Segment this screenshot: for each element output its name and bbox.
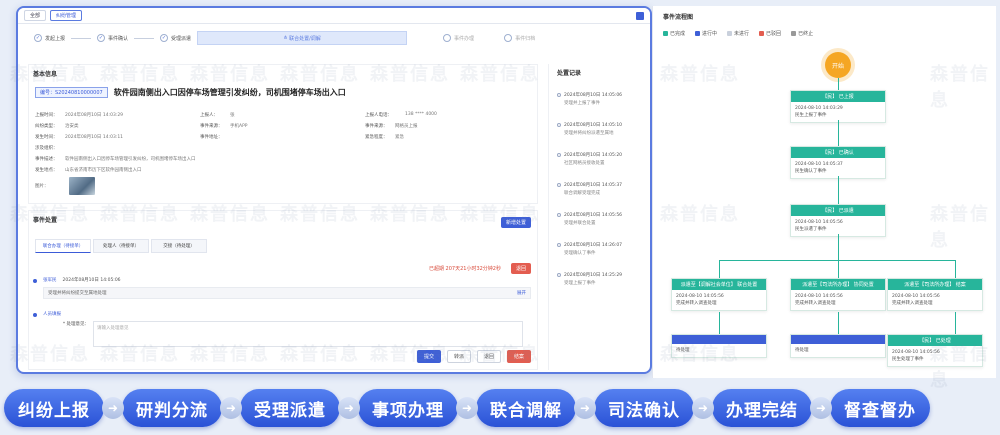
check-icon: ✓: [160, 34, 169, 42]
flow-panel: 事件流程图 已完成 进行中 未进行 已驳回 已终止 开始 【民】 已上报 2024…: [652, 6, 996, 378]
timeline-dot: [33, 313, 37, 317]
pipeline-step: 司法确认: [594, 389, 694, 427]
event-title: 软件园南侧出入口因停车场管理引发纠纷，司机围堵停车场出入口: [113, 88, 346, 97]
pending-icon: [504, 34, 513, 42]
pipeline-step: 事项办理: [358, 389, 458, 427]
return-button[interactable]: 退回: [510, 263, 531, 274]
fill-form: 人员填报 * 处理意见： 请输入处理意见: [43, 311, 531, 347]
basic-info-title: 基本信息: [33, 71, 58, 78]
tab-all[interactable]: 全部: [24, 10, 47, 21]
tab-joint-handling[interactable]: 联合办理（待接单）: [35, 239, 91, 253]
record-item: 2024年08月10日 14:26:07 受理确认了事件: [557, 242, 622, 256]
flow-node[interactable]: 待处理: [790, 334, 886, 358]
tab-dispute-management[interactable]: 纠纷管理: [50, 10, 83, 21]
main-window: 全部 纠纷管理 ✓ 发起上报 ✓ 事件确认 ✓ 受理派遣 ⋔ 联合处置/调解 事件办理…: [16, 6, 652, 374]
pipeline-step: 办理完结: [712, 389, 812, 427]
step-current-highlight: ⋔ 联合处置/调解: [197, 31, 408, 45]
event-photo[interactable]: [69, 177, 95, 195]
expand-link[interactable]: 展开: [517, 290, 526, 296]
opinion-textarea[interactable]: 请输入处理意见: [93, 321, 523, 347]
flow-node[interactable]: 【民】 已派遣 2024-08-10 14:05:56 民生派遣了事件: [790, 204, 886, 237]
record-item: 2024年08月10日 14:05:56 受理并联合处置: [557, 212, 622, 226]
records-title: 处置记录: [557, 70, 582, 77]
transfer-button[interactable]: 转派: [446, 350, 471, 363]
timeline-dot: [33, 279, 37, 283]
flow-node[interactable]: 【民】 已处理 2024-08-10 14:05:56 民生处理了事件: [887, 334, 983, 367]
flow-node[interactable]: 派遣至【司法所办理】 协同处置 2024-08-10 14:05:56 完成并转入调…: [790, 278, 886, 311]
disposal-title: 事件处置: [33, 217, 58, 224]
form-label: 人员填报: [43, 312, 61, 317]
records-panel: 处置记录 2024年08月10日 14:05:06 受理并上报了事件 2024年0…: [548, 64, 634, 370]
new-disposal-button[interactable]: 新增处置: [500, 217, 531, 228]
step-confirm: ✓ 事件确认: [97, 34, 129, 42]
flow-legend: 已完成 进行中 未进行 已驳回 已终止: [663, 30, 813, 37]
overdue-text: 已超期 207天21小时32分钟2秒: [428, 266, 501, 272]
step-dispatch: ✓ 受理派遣: [160, 34, 192, 42]
step-handle: 事件办理: [443, 34, 474, 42]
close-case-button[interactable]: 结案: [506, 350, 531, 363]
record-item: 2024年08月10日 14:05:06 受理并上报了事件: [557, 92, 622, 106]
pipeline-step: 研判分流: [122, 389, 222, 427]
process-steps: ✓ 发起上报 ✓ 事件确认 ✓ 受理派遣 ⋔ 联合处置/调解 事件办理 事件归档: [34, 28, 646, 48]
collapse-icon[interactable]: [636, 11, 644, 20]
process-pipeline: 纠纷上报 ➜ 研判分流 ➜ 受理派遣 ➜ 事项办理 ➜ 联合调解 ➜ 司法确认 …: [0, 381, 1000, 435]
tab-handover[interactable]: 交接（待处理）: [151, 239, 207, 253]
arrow-right-icon: ➜: [102, 397, 124, 419]
pending-icon: [443, 34, 452, 42]
pipeline-step: 督查督办: [830, 389, 930, 427]
arrow-right-icon: ➜: [220, 397, 242, 419]
record-item: 2024年08月10日 14:05:10 受理并将纠纷派遣至属地: [557, 122, 622, 136]
step-report: ✓ 发起上报: [34, 34, 66, 42]
info-grid: 上报时间： 2024年08月10日 14:03:29 上报人：张 上报人电话： 13…: [35, 109, 530, 197]
event-id-badge: 编号：S20240810000007: [35, 87, 108, 98]
tab-bar: 全部 纠纷管理: [18, 8, 650, 24]
flow-node[interactable]: 【民】 已上报 2024-08-10 14:03:29 民生上报了事件: [790, 90, 886, 123]
disposal-panel: 事件处置 新增处置 联合办理（待接单） 处理人（待接单） 交接（待处理） 已超期…: [28, 210, 538, 370]
record-item: 2024年08月10日 14:05:20 社区网格员接收处置: [557, 152, 622, 166]
arrow-right-icon: ➜: [338, 397, 360, 419]
disposal-record: 张军民 2024年08月10日 14:05:06 受理并将纠纷提交至属地处理 展开: [43, 277, 531, 299]
pipeline-step: 受理派遣: [240, 389, 340, 427]
disposal-tabs: 联合办理（待接单） 处理人（待接单） 交接（待处理）: [35, 239, 207, 253]
record-item: 2024年08月10日 14:05:37 联合调解受理完成: [557, 182, 622, 196]
opinion-label: * 处理意见：: [62, 322, 89, 327]
arrow-right-icon: ➜: [456, 397, 478, 419]
flow-node[interactable]: 待处理: [671, 334, 767, 358]
flow-node[interactable]: 派遣至【司法所办理】 结案 2024-08-10 14:05:56 完成并转入调查处…: [887, 278, 983, 311]
record-item: 2024年08月10日 14:25:29 受理上报了事件: [557, 272, 622, 286]
flow-node[interactable]: 【民】 已确认 2024-08-10 14:05:37 民生确认了事件: [790, 146, 886, 179]
arrow-right-icon: ➜: [810, 397, 832, 419]
arrow-right-icon: ➜: [574, 397, 596, 419]
tab-handler[interactable]: 处理人（待接单）: [93, 239, 149, 253]
action-bar: 提交 转派 退回 结案: [416, 350, 531, 363]
flow-start-node: 开始: [825, 52, 851, 78]
pipeline-step: 联合调解: [476, 389, 576, 427]
check-icon: ✓: [34, 34, 42, 42]
check-icon: ✓: [97, 34, 106, 42]
flow-node[interactable]: 派遣至【调解社会单位】 联合处置 2024-08-10 14:05:56 完成并转入…: [671, 278, 767, 311]
pipeline-step: 纠纷上报: [4, 389, 104, 427]
photo-label: 图片：: [35, 184, 49, 189]
flow-title: 事件流程图: [663, 14, 694, 21]
arrow-right-icon: ➜: [692, 397, 714, 419]
basic-info-panel: 基本信息 编号：S20240810000007 软件园南侧出入口因停车场管理引发…: [28, 64, 538, 204]
step-archive: 事件归档: [504, 34, 535, 42]
back-button[interactable]: 退回: [476, 350, 501, 363]
submit-button[interactable]: 提交: [416, 350, 441, 363]
